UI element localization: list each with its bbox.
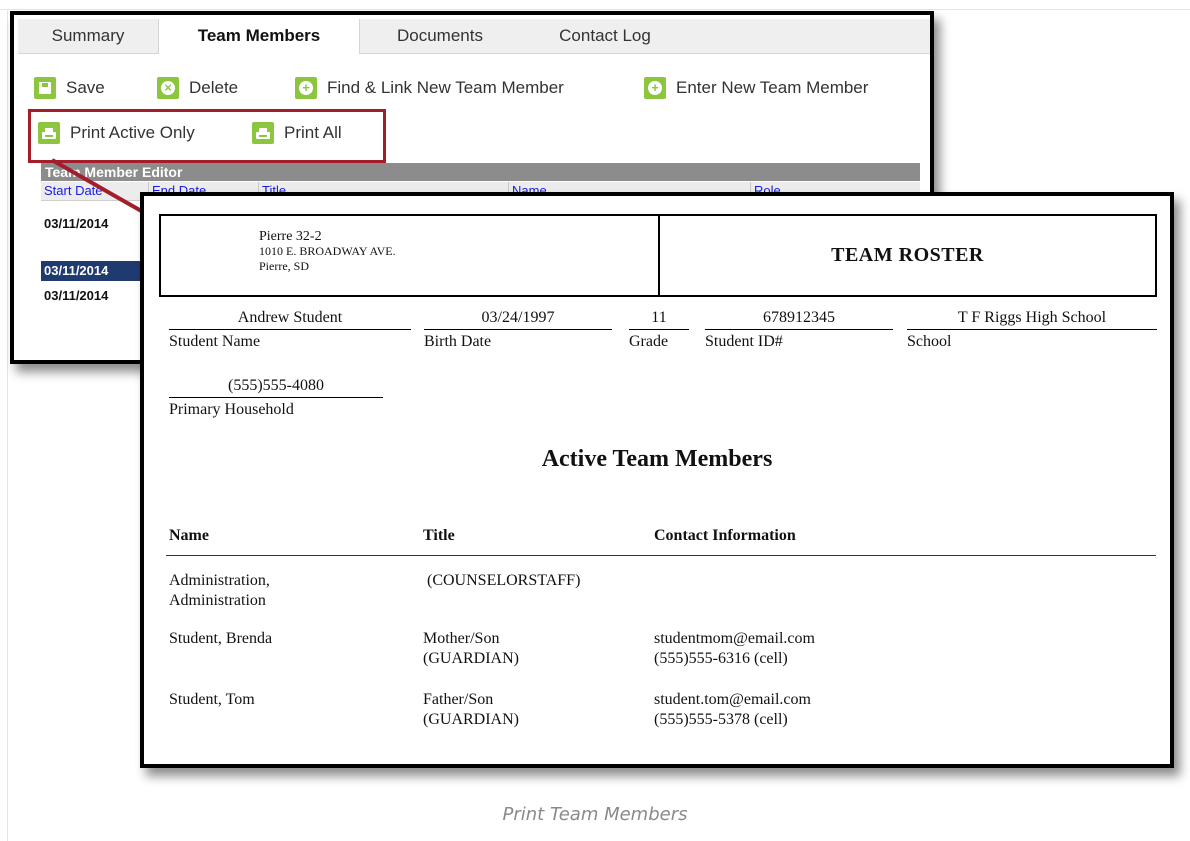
school-info: Pierre 32-2 1010 E. BROADWAY AVE. Pierre… (259, 229, 396, 274)
school-name: Pierre 32-2 (259, 229, 322, 244)
header-contact-information: Contact Information (654, 527, 796, 544)
household-phone-value: (555)555-4080 (228, 377, 324, 394)
primary-household-label: Primary Household (169, 401, 294, 418)
member-contact: studentmom@email.com (555)555-6316 (cell… (654, 630, 815, 667)
school-city: Pierre, SD (259, 259, 309, 273)
member-title: (COUNSELORSTAFF) (427, 572, 581, 589)
member-contact: student.tom@email.com (555)555-5378 (cel… (654, 691, 811, 728)
roster-header: Pierre 32-2 1010 E. BROADWAY AVE. Pierre… (159, 214, 1157, 297)
header-rule (166, 555, 1156, 556)
school-value: T F Riggs High School (957, 309, 1107, 326)
member-name: Student, Tom (169, 691, 255, 708)
header-title: Title (423, 527, 455, 544)
birth-date-value: 03/24/1997 (481, 309, 555, 326)
team-roster-printout: Pierre 32-2 1010 E. BROADWAY AVE. Pierre… (140, 192, 1174, 768)
member-name: Student, Brenda (169, 630, 273, 647)
header-name: Name (169, 527, 209, 544)
member-name: Administration, Administration (169, 572, 270, 609)
section-title: Active Team Members (541, 446, 773, 472)
grade-value: 11 (651, 309, 667, 326)
student-id-value: 678912345 (763, 309, 835, 326)
student-name-label: Student Name (169, 333, 261, 350)
report-title: TEAM ROSTER (831, 244, 984, 266)
school-address: 1010 E. BROADWAY AVE. (259, 244, 396, 258)
member-title: Father/Son (GUARDIAN) (423, 691, 519, 728)
school-label: School (907, 333, 952, 350)
student-id-label: Student ID# (705, 333, 783, 350)
member-title: Mother/Son (GUARDIAN) (423, 630, 519, 667)
grade-label: Grade (629, 333, 669, 350)
figure-caption: Print Team Members (502, 804, 688, 825)
student-name-value: Andrew Student (237, 309, 343, 326)
birth-date-label: Birth Date (424, 333, 492, 350)
